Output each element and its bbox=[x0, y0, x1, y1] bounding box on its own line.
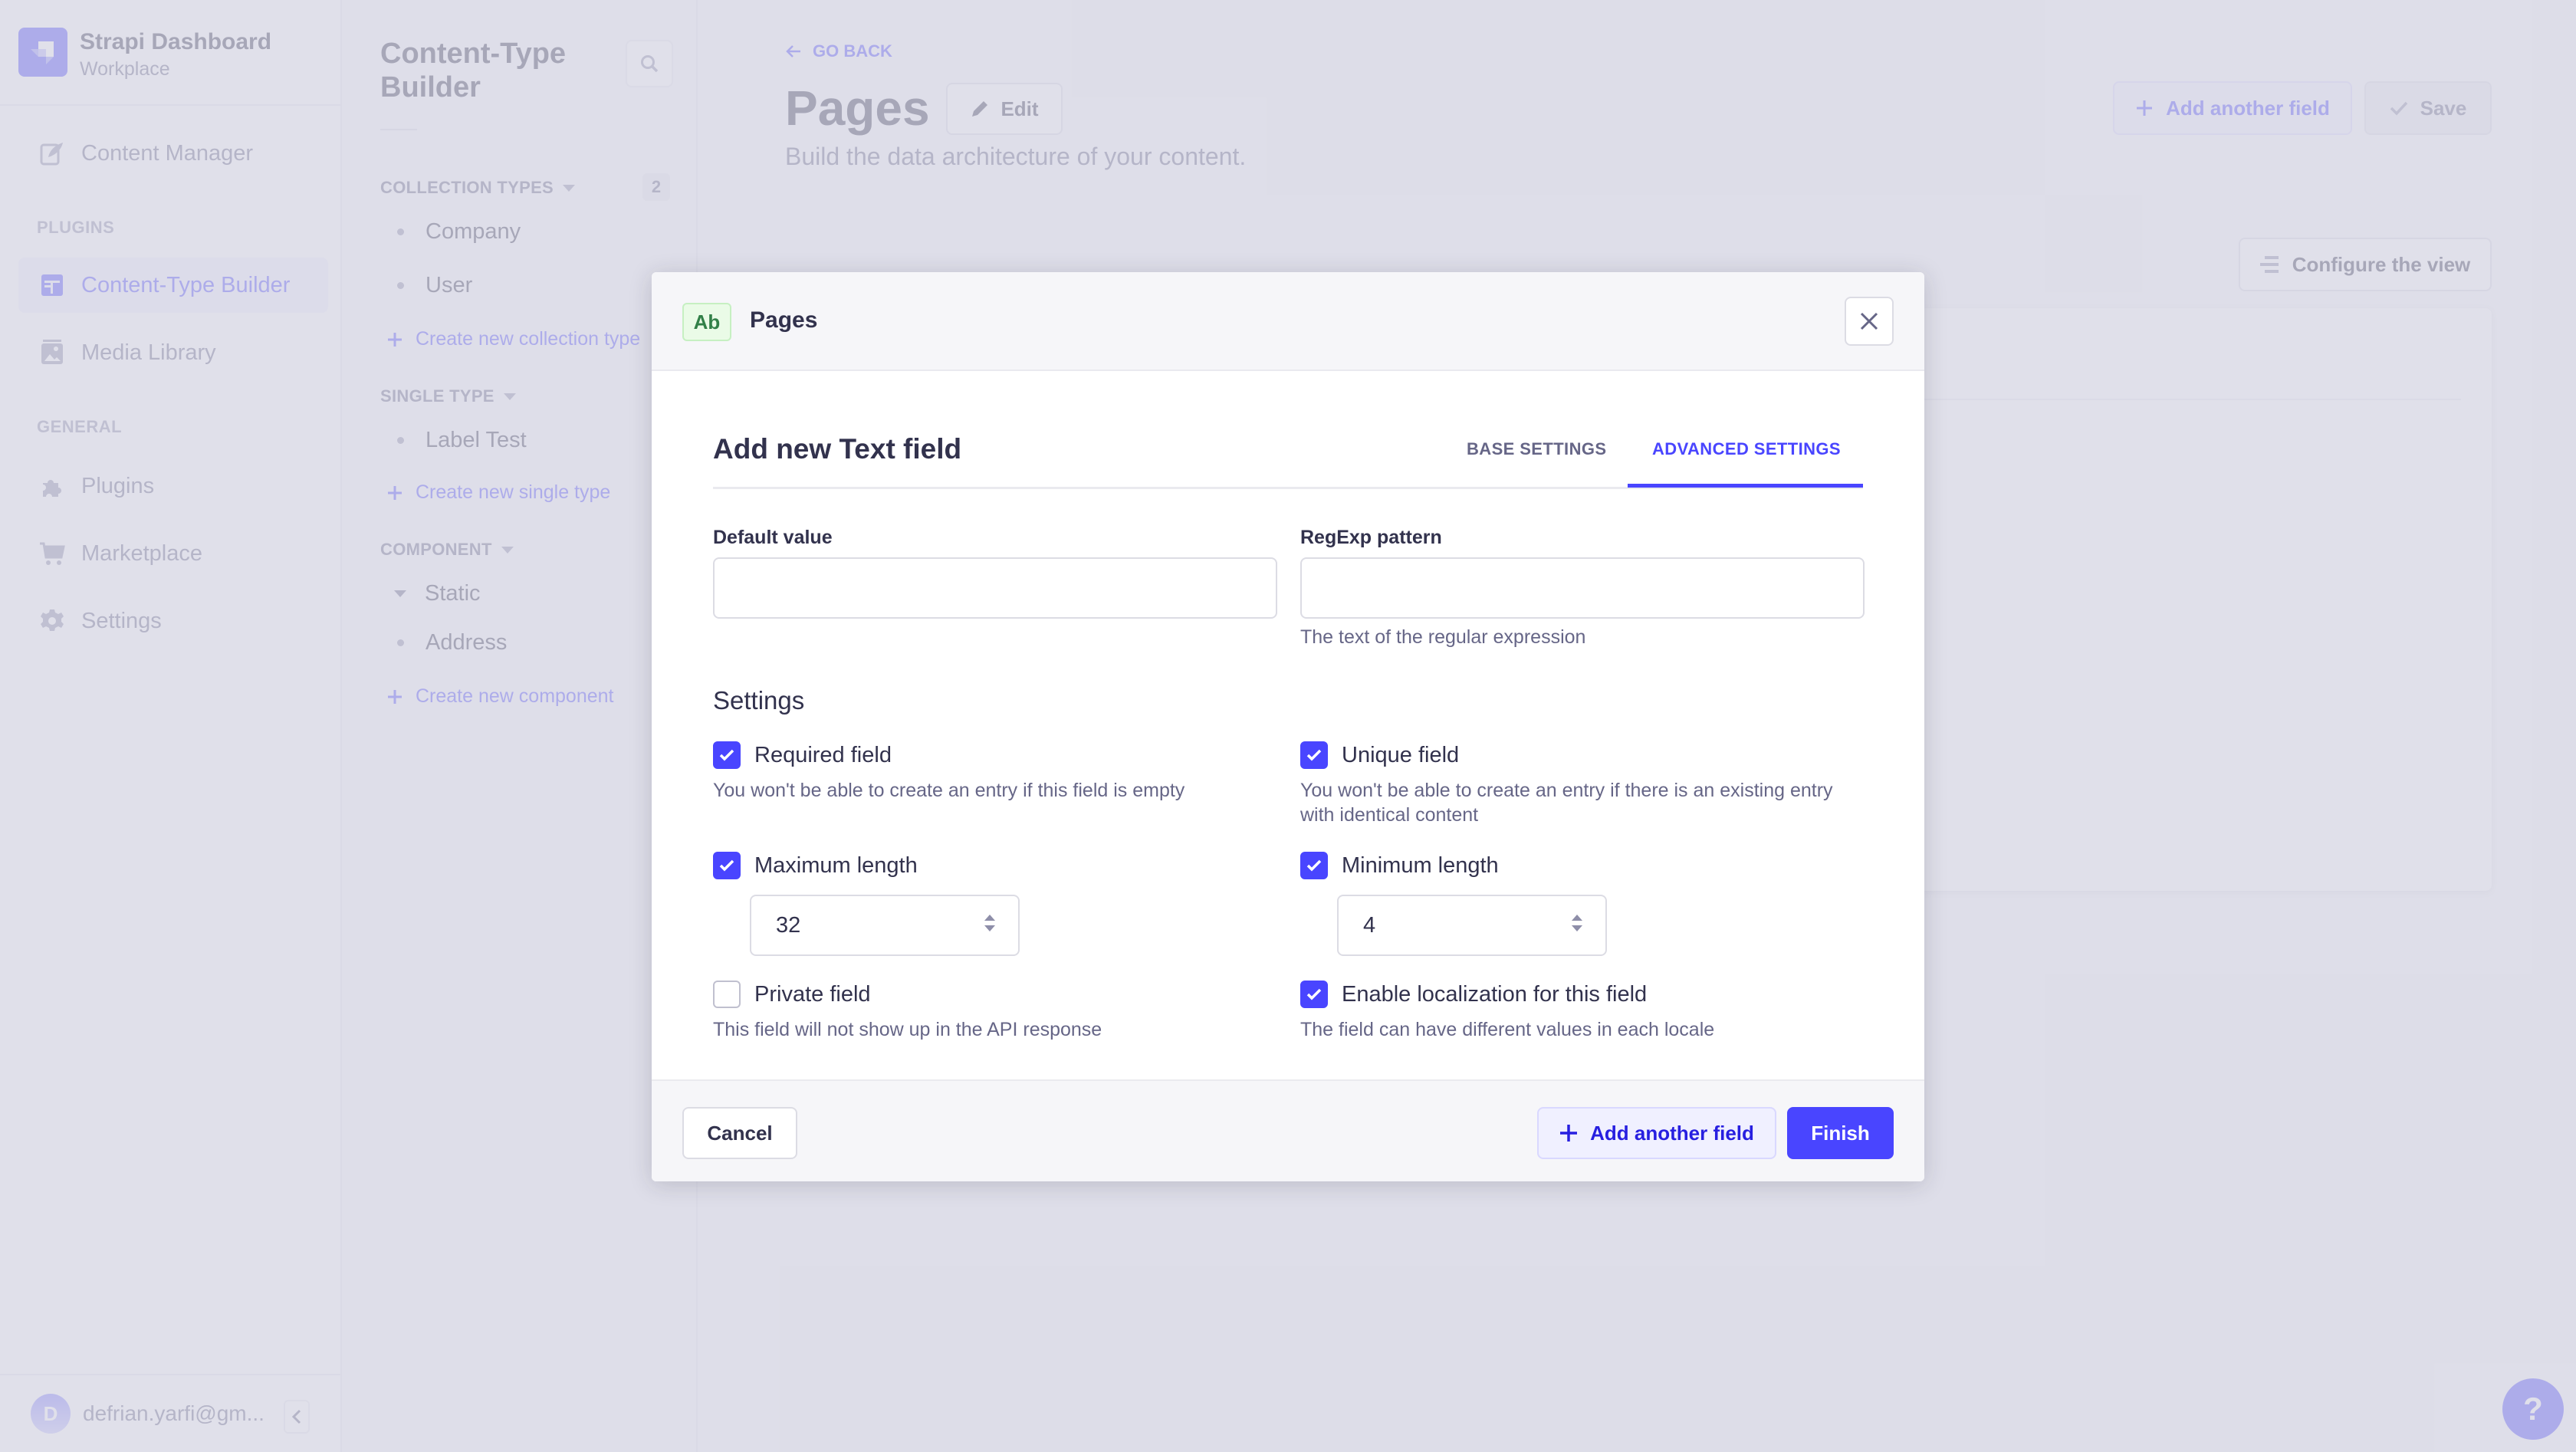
max-length-input[interactable]: 32 bbox=[750, 895, 1020, 956]
check-icon bbox=[719, 859, 734, 872]
increment-arrow-icon[interactable] bbox=[984, 915, 995, 921]
checkbox-label: Maximum length bbox=[754, 852, 918, 878]
required-field-option[interactable]: Required field bbox=[713, 741, 892, 769]
check-icon bbox=[1306, 988, 1322, 1000]
check-icon bbox=[1306, 859, 1322, 872]
required-checkbox[interactable] bbox=[713, 741, 741, 769]
min-length-checkbox[interactable] bbox=[1300, 852, 1328, 879]
unique-checkbox[interactable] bbox=[1300, 741, 1328, 769]
checkbox-label: Minimum length bbox=[1342, 852, 1499, 878]
localization-checkbox[interactable] bbox=[1300, 981, 1328, 1008]
settings-heading: Settings bbox=[713, 686, 805, 715]
unique-description: You won't be able to create an entry if … bbox=[1300, 780, 1833, 826]
tab-base-settings[interactable]: BASE SETTINGS bbox=[1467, 439, 1606, 459]
tab-advanced-settings[interactable]: ADVANCED SETTINGS bbox=[1652, 439, 1841, 459]
finish-button[interactable]: Finish bbox=[1787, 1107, 1894, 1159]
decrement-arrow-icon[interactable] bbox=[1572, 925, 1582, 931]
default-value-label: Default value bbox=[713, 527, 833, 548]
min-length-input[interactable]: 4 bbox=[1337, 895, 1607, 956]
default-value-input[interactable] bbox=[713, 557, 1277, 619]
number-stepper[interactable] bbox=[984, 915, 995, 931]
close-icon bbox=[1860, 312, 1878, 330]
private-field-option[interactable]: Private field bbox=[713, 981, 871, 1008]
checkbox-label: Enable localization for this field bbox=[1342, 981, 1648, 1007]
active-tab-indicator bbox=[1628, 484, 1863, 488]
private-checkbox[interactable] bbox=[713, 981, 741, 1008]
max-length-checkbox[interactable] bbox=[713, 852, 741, 879]
required-description: You won't be able to create an entry if … bbox=[713, 780, 1185, 801]
text-type-badge: Ab bbox=[682, 303, 731, 341]
localization-option[interactable]: Enable localization for this field bbox=[1300, 981, 1647, 1008]
add-another-field-button[interactable]: Add another field bbox=[1537, 1107, 1776, 1159]
minimum-length-option[interactable]: Minimum length bbox=[1300, 852, 1499, 879]
regexp-pattern-label: RegExp pattern bbox=[1300, 527, 1442, 548]
cancel-button[interactable]: Cancel bbox=[682, 1107, 797, 1159]
maximum-length-option[interactable]: Maximum length bbox=[713, 852, 918, 879]
min-length-value: 4 bbox=[1363, 913, 1376, 938]
checkbox-label: Private field bbox=[754, 981, 871, 1007]
max-length-value: 32 bbox=[776, 913, 801, 938]
unique-field-option[interactable]: Unique field bbox=[1300, 741, 1459, 769]
regexp-hint: The text of the regular expression bbox=[1300, 626, 1586, 648]
close-modal-button[interactable] bbox=[1845, 297, 1894, 346]
check-icon bbox=[719, 749, 734, 761]
checkbox-label: Required field bbox=[754, 742, 892, 767]
plus-icon bbox=[1560, 1125, 1578, 1142]
decrement-arrow-icon[interactable] bbox=[984, 925, 995, 931]
private-description: This field will not show up in the API r… bbox=[713, 1019, 1102, 1040]
increment-arrow-icon[interactable] bbox=[1572, 915, 1582, 921]
regexp-pattern-input[interactable] bbox=[1300, 557, 1865, 619]
button-label: Add another field bbox=[1590, 1121, 1754, 1145]
modal-content-type-name: Pages bbox=[750, 307, 818, 333]
modal-footer: Cancel Add another field Finish bbox=[652, 1079, 1924, 1181]
localization-description: The field can have different values in e… bbox=[1300, 1019, 1715, 1040]
modal-header: Ab Pages bbox=[652, 272, 1924, 371]
add-text-field-modal: Ab Pages Add new Text field BASE SETTING… bbox=[652, 272, 1924, 1181]
check-icon bbox=[1306, 749, 1322, 761]
number-stepper[interactable] bbox=[1572, 915, 1582, 931]
modal-title: Add new Text field bbox=[713, 433, 962, 465]
checkbox-label: Unique field bbox=[1342, 742, 1460, 767]
